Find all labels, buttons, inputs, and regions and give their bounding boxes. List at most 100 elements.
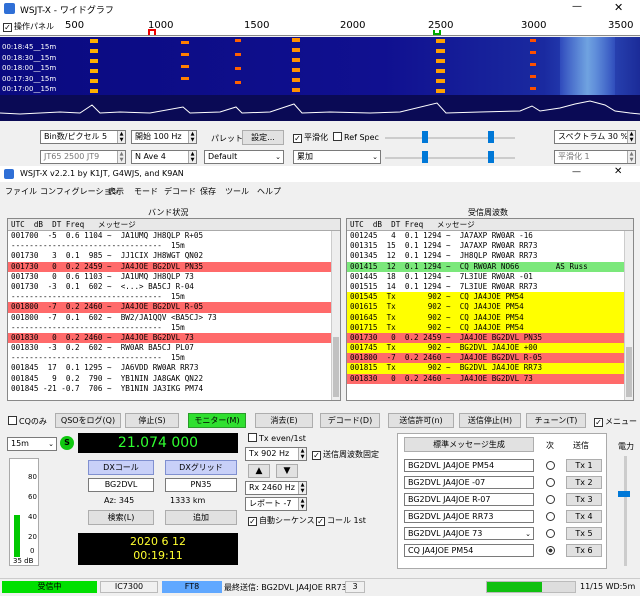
minimize-icon[interactable]: — <box>572 167 581 177</box>
lookup-button[interactable]: 検索(L) <box>88 510 154 525</box>
stop-button[interactable]: 停止(S) <box>125 413 179 428</box>
decode-row[interactable]: --------------------------------- 15m <box>8 353 340 363</box>
tx-next-radio-3[interactable] <box>546 495 555 504</box>
waterfall[interactable]: 00:18:45__15m 00:18:30__15m 00:18:00__15… <box>0 37 640 95</box>
tx-freq-spinner[interactable]: Tx 902 Hz ▲ ▼ <box>245 447 307 461</box>
decode-row[interactable]: 001700 -5 0.6 1104 ~ JA1UMQ JH8QLP R+05 <box>8 231 340 241</box>
decode-button[interactable]: デコード(D) <box>320 413 380 428</box>
tx-message-1-field[interactable]: BG2DVL JA4JOE PM54 <box>404 459 534 472</box>
decode-row[interactable]: --------------------------------- 15m <box>8 292 340 302</box>
decode-row[interactable]: 001830 0 0.2 2460 ~ JA4JOE BG2DVL 73 <box>8 332 340 344</box>
refspec-checkbox[interactable]: Ref Spec <box>333 132 379 142</box>
tx-message-4-field[interactable]: BG2DVL JA4JOE RR73 <box>404 510 534 523</box>
menu-view[interactable]: 表示 <box>108 186 124 197</box>
rx-marker[interactable] <box>148 29 156 35</box>
dx-call-button[interactable]: DXコール <box>88 460 154 475</box>
decode-row[interactable]: 001415 12 0.1 1294 ~ CQ RW0AR NO66 AS Ru… <box>347 261 633 272</box>
power-slider-handle[interactable] <box>618 491 630 497</box>
decode-row[interactable]: 001730 0 0.6 1103 ~ JA1UMQ JH8QLP 73 <box>8 272 340 282</box>
decode-row[interactable]: 001245 4 0.1 1294 ~ JA7AXP RW0AR -16 <box>347 231 633 241</box>
erase-button[interactable]: 消去(E) <box>255 413 313 428</box>
slider-handle-3[interactable] <box>422 151 428 163</box>
decode-row[interactable]: 001800 -7 0.2 2460 ~ JA4JOE BG2DVL R-05 <box>347 353 633 364</box>
decode-row[interactable]: 001800 -7 0.1 602 ~ BW2/JA1QQV <BA5CJ> 7… <box>8 313 340 323</box>
decode-row[interactable]: 001800 -7 0.2 2460 ~ JA4JOE BG2DVL R-05 <box>8 302 340 313</box>
monitor-button[interactable]: モニター(M) <box>188 413 246 428</box>
tx-next-radio-1[interactable] <box>546 461 555 470</box>
decode-row[interactable]: 001645 Tx 902 ~ CQ JA4JOE PM54 <box>347 312 633 323</box>
tx-3-button[interactable]: Tx 3 <box>566 493 602 506</box>
add-button[interactable]: 追加 <box>165 510 237 525</box>
jt65-spinner[interactable]: JT65 2500 JT9 ▲ ▼ <box>40 150 126 164</box>
menu-mode[interactable]: モード <box>134 186 158 197</box>
bins-per-pixel-spinner[interactable]: Bin数/ピクセル 5 ▲ ▼ <box>40 130 126 144</box>
band-select[interactable]: 15m ⌄ <box>7 437 57 451</box>
slider-handle-1[interactable] <box>422 131 428 143</box>
tx-message-2-field[interactable]: BG2DVL JA4JOE -07 <box>404 476 534 489</box>
slider-handle-2[interactable] <box>488 131 494 143</box>
close-icon[interactable]: ✕ <box>614 166 622 177</box>
tx-next-radio-5[interactable] <box>546 529 555 538</box>
tx-next-radio-6[interactable] <box>546 546 555 555</box>
auto-seq-checkbox[interactable]: ✓ 自動シーケンス <box>248 515 315 526</box>
dx-grid-button[interactable]: DXグリッド <box>165 460 237 475</box>
tx-next-radio-4[interactable] <box>546 512 555 521</box>
rx-frequency-panel[interactable]: UTC dB DT Freq メッセージ 001245 4 0.1 1294 ~… <box>346 218 634 401</box>
spectrum-percent-spinner[interactable]: スペクトラム 30 % ▲ ▼ <box>554 130 636 144</box>
start-freq-spinner[interactable]: 開始 100 Hz ▲ ▼ <box>131 130 197 144</box>
generate-messages-button[interactable]: 標準メッセージ生成 <box>404 437 534 452</box>
scrollbar[interactable] <box>331 231 340 400</box>
decode-row[interactable]: 001730 3 0.1 985 ~ JJ1CIX JH8WGT QN02 <box>8 251 340 261</box>
decode-row[interactable]: 001845 9 0.2 790 ~ YB1NIN JA8GAK QN22 <box>8 374 340 384</box>
cumulative-select[interactable]: 累加 ⌄ <box>293 150 381 164</box>
tx-message-5-field[interactable]: BG2DVL JA4JOE 73 ⌄ <box>404 527 534 540</box>
settings-button[interactable]: 設定... <box>242 130 284 145</box>
up-arrow-button[interactable]: ▲ <box>248 464 270 478</box>
hold-tx-freq-checkbox[interactable]: ✓ 送信周波数固定 <box>312 449 379 460</box>
dx-grid-field[interactable]: PN35 <box>165 478 237 492</box>
rx-freq-spinner[interactable]: Rx 2460 Hz ▲ ▼ <box>245 481 307 495</box>
halt-tx-button[interactable]: 送信停止(H) <box>459 413 521 428</box>
smooth-checkbox[interactable]: ✓ 平滑化 <box>293 132 328 143</box>
decode-row[interactable]: 001545 Tx 902 ~ CQ JA4JOE PM54 <box>347 292 633 303</box>
navg-spinner[interactable]: N Ave 4 ▲ ▼ <box>131 150 197 164</box>
decode-row[interactable]: 001845 17 0.1 1295 ~ JA6VDD RW0AR RR73 <box>8 363 340 373</box>
tx-5-button[interactable]: Tx 5 <box>566 527 602 540</box>
decode-row[interactable]: 001815 Tx 902 ~ BG2DVL JA4JOE RR73 <box>347 363 633 374</box>
decode-row[interactable]: 001845 -21 -0.7 706 ~ YB1NIN JA3IKG PM74 <box>8 384 340 394</box>
menus-checkbox[interactable]: ✓ メニュー <box>594 416 637 427</box>
log-qso-button[interactable]: QSOをログ(Q) <box>55 413 121 428</box>
tx-2-button[interactable]: Tx 2 <box>566 476 602 489</box>
decode-row[interactable]: 001715 Tx 902 ~ CQ JA4JOE PM54 <box>347 322 633 333</box>
menu-tools[interactable]: ツール <box>225 186 249 197</box>
tx-even-checkbox[interactable]: Tx even/1st <box>248 433 306 443</box>
close-icon[interactable]: ✕ <box>614 1 623 14</box>
decode-row[interactable]: 001745 Tx 902 ~ BG2DVL JA4JOE +00 <box>347 343 633 354</box>
menu-decode[interactable]: デコード <box>164 186 196 197</box>
decode-row[interactable]: 001730 0 0.2 2459 ~ JA4JOE BG2DVL PN35 <box>347 332 633 344</box>
decode-row[interactable]: 001830 0 0.2 2460 ~ JA4JOE BG2DVL 73 <box>347 373 633 384</box>
decode-row[interactable]: 001730 0 0.2 2459 ~ JA4JOE BG2DVL PN35 <box>8 261 340 272</box>
decode-row[interactable]: 001445 18 0.1 1294 ~ 7L3IUE RW0AR -01 <box>347 272 633 282</box>
decode-row[interactable]: 001730 -3 0.1 602 ~ <...> BA5CJ R-04 <box>8 282 340 292</box>
menu-help[interactable]: ヘルプ <box>257 186 281 197</box>
tx-4-button[interactable]: Tx 4 <box>566 510 602 523</box>
scrollbar[interactable] <box>624 231 633 400</box>
tx-1-button[interactable]: Tx 1 <box>566 459 602 472</box>
decode-row[interactable]: 001345 12 0.1 1294 ~ JH8QLP RW0AR RR73 <box>347 251 633 261</box>
tx-6-button[interactable]: Tx 6 <box>566 544 602 557</box>
controls-checkbox[interactable]: ✓ 操作パネル <box>3 21 54 32</box>
menu-file[interactable]: ファイル <box>5 186 37 197</box>
report-spinner[interactable]: レポート -7 ▲ ▼ <box>245 497 307 511</box>
decode-row[interactable]: 001830 -3 0.2 602 ~ RW0AR BA5CJ PL07 <box>8 343 340 353</box>
band-activity-panel[interactable]: UTC dB DT Freq メッセージ 001700 -5 0.6 1104 … <box>7 218 341 401</box>
decode-row[interactable]: --------------------------------- 15m <box>8 241 340 251</box>
tx-message-3-field[interactable]: BG2DVL JA4JOE R-07 <box>404 493 534 506</box>
decode-row[interactable]: 001615 Tx 902 ~ CQ JA4JOE PM54 <box>347 302 633 313</box>
palette-select[interactable]: Default ⌄ <box>204 150 284 164</box>
call-1st-checkbox[interactable]: ✓ コール 1st <box>316 515 366 526</box>
tx-next-radio-2[interactable] <box>546 478 555 487</box>
decode-row[interactable]: --------------------------------- 15m <box>8 323 340 333</box>
tune-button[interactable]: チューン(T) <box>526 413 586 428</box>
cq-only-checkbox[interactable]: CQのみ <box>8 416 47 427</box>
